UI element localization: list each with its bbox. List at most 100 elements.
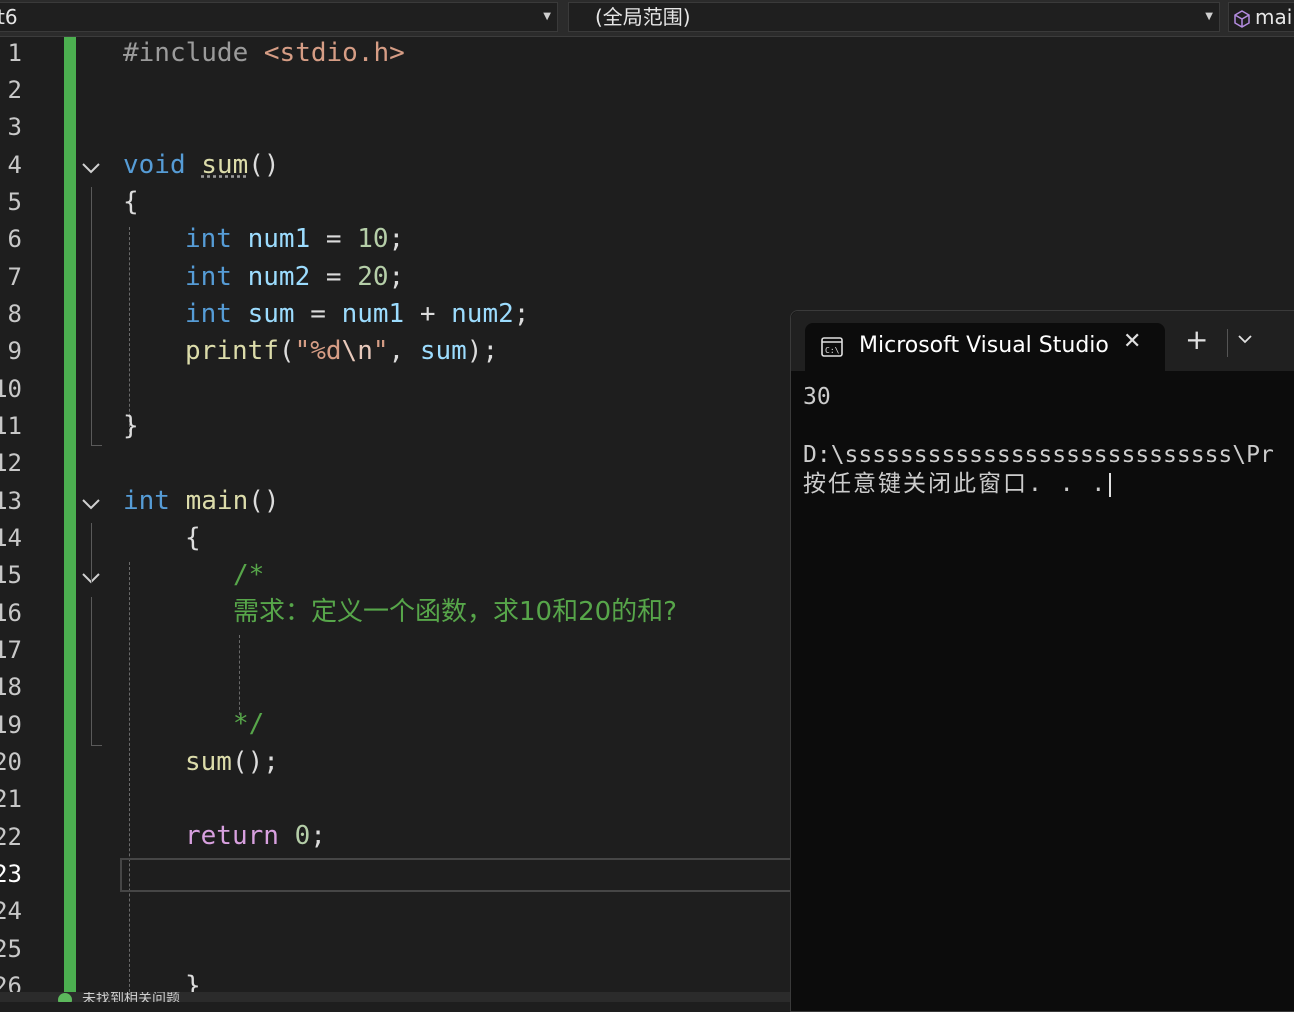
line-number: 24 <box>0 897 22 925</box>
comment: 需求：定义一个函数，求10和20的和? <box>233 597 677 627</box>
variable: sum <box>247 299 295 329</box>
chevron-down-icon: ▼ <box>543 11 551 22</box>
scope-name: (全局范围) <box>595 5 691 29</box>
line-number: 5 <box>7 188 22 216</box>
line-number: 9 <box>7 337 22 365</box>
line-number: 1 <box>7 39 22 67</box>
operator: = <box>310 224 358 254</box>
keyword: void <box>123 150 186 180</box>
code-line-7: int num2 = 20; <box>185 262 404 292</box>
console-window[interactable]: C:\ Microsoft Visual Studio ✕ + 30 D:\sss… <box>790 310 1294 1012</box>
keyword-return: return <box>185 821 279 851</box>
code-line-15: /* <box>233 560 264 590</box>
punctuation: () <box>248 150 280 180</box>
function-name: printf <box>185 336 279 366</box>
current-line-highlight <box>120 858 800 892</box>
status-ok-icon <box>58 993 72 1002</box>
line-number: 4 <box>7 151 22 179</box>
line-number: 25 <box>0 935 22 963</box>
line-number: 22 <box>0 823 22 851</box>
line-number: 16 <box>0 599 22 627</box>
variable: num2 <box>451 299 514 329</box>
member-dropdown[interactable]: mai <box>1228 2 1294 32</box>
escape-sequence: \n <box>341 336 373 366</box>
code-line-8: int sum = num1 + num2; <box>185 299 529 329</box>
project-dropdown[interactable]: t6 ▼ <box>0 2 558 32</box>
punctuation: ); <box>466 336 499 366</box>
status-strip: 未找到相关问题 <box>0 992 790 1002</box>
line-number-current: 23 <box>0 860 22 888</box>
close-icon[interactable]: ✕ <box>1123 329 1141 354</box>
keyword: int <box>123 486 170 516</box>
fold-chevron-icon[interactable] <box>80 158 102 178</box>
line-number: 21 <box>0 785 22 813</box>
output-line: 30 <box>803 384 831 410</box>
line-number: 7 <box>7 263 22 291</box>
open-brace: { <box>185 523 201 553</box>
navigation-bar: t6 ▼ (全局范围) ▼ mai <box>0 0 1294 37</box>
code-line-4: void sum() <box>123 150 280 180</box>
add-tab-icon[interactable]: + <box>1185 323 1208 356</box>
indent-guide <box>239 635 240 715</box>
code-line-19: */ <box>233 709 264 739</box>
variable: num2 <box>247 262 311 292</box>
comment: */ <box>233 709 265 739</box>
preprocessor-directive: #include <box>123 38 249 68</box>
semicolon: ; <box>310 821 326 851</box>
line-number: 18 <box>0 673 22 701</box>
line-number: 15 <box>0 561 22 589</box>
operator: = <box>294 299 342 329</box>
keyword: int <box>185 299 232 329</box>
line-number: 11 <box>0 412 22 440</box>
tab-separator <box>1227 329 1228 357</box>
code-line-11: } <box>123 411 139 441</box>
code-line-13: int main() <box>123 486 280 516</box>
keyword: int <box>185 262 232 292</box>
issues-text[interactable]: 未找到相关问题 <box>82 992 180 1002</box>
fold-scope-line <box>91 523 92 583</box>
operator: = <box>310 262 358 292</box>
function-name: sum <box>201 150 249 180</box>
output-line: 按任意键关闭此窗口. . . <box>803 470 1294 499</box>
line-number: 14 <box>0 524 22 552</box>
punctuation: ( <box>278 336 295 366</box>
code-line-22: return 0; <box>185 821 326 851</box>
line-number: 3 <box>7 113 22 141</box>
line-number: 13 <box>0 487 22 515</box>
number: 20 <box>357 262 389 292</box>
indent-guide <box>129 227 130 437</box>
fold-chevron-icon[interactable] <box>80 494 102 514</box>
variable: num1 <box>247 224 311 254</box>
scope-dropdown[interactable]: (全局范围) ▼ <box>568 2 1220 32</box>
text-cursor <box>1109 472 1112 497</box>
indent-guide <box>129 562 130 1002</box>
dropdown-icon[interactable] <box>1237 333 1253 345</box>
punctuation: , <box>388 336 420 366</box>
svg-text:C:\: C:\ <box>825 346 840 355</box>
variable: sum <box>419 336 467 366</box>
line-number: 6 <box>7 225 22 253</box>
console-tab[interactable]: C:\ Microsoft Visual Studio ✕ <box>805 323 1165 371</box>
console-output[interactable]: 30 D:\ssssssssssssssssssssssssssss\Pr 按任意键… <box>803 383 1294 499</box>
line-number: 17 <box>0 636 22 664</box>
line-number: 2 <box>7 76 22 104</box>
operator: + <box>404 299 452 329</box>
function-name: sum <box>185 747 232 777</box>
console-tab-bar: C:\ Microsoft Visual Studio ✕ + <box>791 311 1294 371</box>
punctuation: (); <box>231 747 279 777</box>
string: "%d <box>294 336 342 366</box>
number: 0 <box>294 821 311 851</box>
change-tracking-bar <box>64 37 76 992</box>
semicolon: ; <box>513 299 530 329</box>
code-line-14: { <box>185 523 201 553</box>
code-line-16: 需求：定义一个函数，求10和20的和? <box>233 597 677 627</box>
line-number: 8 <box>7 300 22 328</box>
semicolon: ; <box>388 224 405 254</box>
close-brace: } <box>123 411 139 441</box>
variable: num1 <box>341 299 405 329</box>
line-number: 12 <box>0 449 22 477</box>
project-name: t6 <box>0 5 18 29</box>
fold-scope-line <box>91 597 92 745</box>
output-line: D:\ssssssssssssssssssssssssssss\Pr <box>803 442 1274 468</box>
